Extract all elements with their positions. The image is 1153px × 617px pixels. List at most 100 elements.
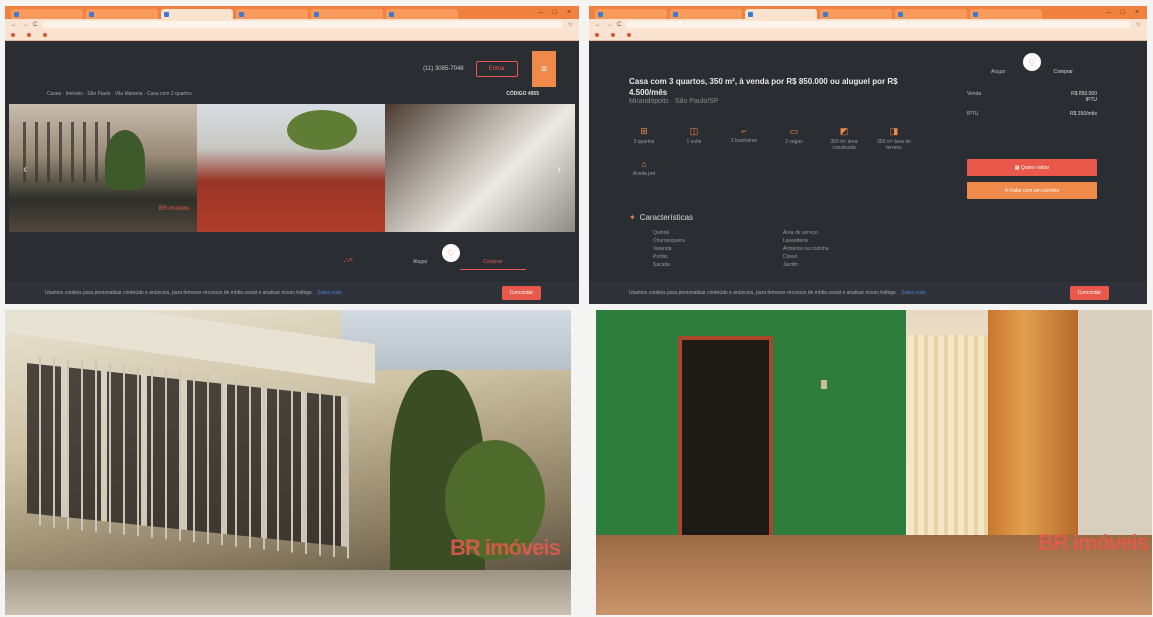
tab-strip: – □ × bbox=[589, 6, 1147, 19]
tab-alugar[interactable]: Alugar bbox=[991, 69, 1005, 75]
feature-item: ◩ 350 m² área construída bbox=[819, 126, 869, 151]
characteristic-item: Portão bbox=[653, 254, 668, 260]
favicon-icon bbox=[973, 11, 978, 17]
price-row: IPTU R$ 350/mês bbox=[967, 111, 1097, 117]
feature-item: ▭ 2 vagas bbox=[769, 126, 819, 151]
browser-tab[interactable] bbox=[11, 9, 83, 19]
carousel-photo[interactable] bbox=[197, 104, 385, 232]
active-tab-underline bbox=[460, 269, 526, 270]
favicon-icon bbox=[14, 11, 19, 17]
tree-detail bbox=[287, 110, 357, 150]
left-browser-window: – □ × ← → C ☆ (11) 3085-7048 Entrar ≡ Casa… bbox=[5, 6, 579, 304]
property-location[interactable]: Mirandópolis · São Paulo/SP bbox=[629, 98, 719, 105]
minimize-icon[interactable]: – bbox=[1107, 9, 1111, 16]
menu-icon[interactable]: ≡ bbox=[532, 51, 556, 87]
carousel-photo[interactable]: BR imóveis bbox=[9, 104, 197, 232]
browser-tab[interactable] bbox=[670, 9, 742, 19]
browser-tab[interactable] bbox=[386, 9, 458, 19]
favicon-icon bbox=[164, 11, 169, 17]
interior-photo: BR imóveis bbox=[596, 310, 1152, 615]
favicon-icon bbox=[748, 11, 753, 17]
close-icon[interactable]: × bbox=[1135, 9, 1139, 16]
minimize-icon[interactable]: – bbox=[539, 9, 543, 16]
close-icon[interactable]: × bbox=[567, 9, 571, 16]
carousel-prev-icon[interactable]: ‹ bbox=[23, 162, 27, 176]
bed-icon: ⊞ bbox=[640, 126, 648, 136]
forward-icon[interactable]: → bbox=[22, 22, 28, 28]
bath-icon: ⌐ bbox=[741, 126, 747, 136]
favorite-heart-icon[interactable]: ♡ bbox=[442, 244, 460, 262]
browser-tab[interactable] bbox=[236, 9, 308, 19]
carousel-photo[interactable] bbox=[385, 104, 575, 232]
photo-carousel[interactable]: BR imóveis ‹ › bbox=[9, 104, 575, 232]
bookmark-item[interactable] bbox=[595, 32, 601, 38]
tab-comprar[interactable]: Comprar bbox=[1054, 69, 1073, 75]
cookie-accept-button[interactable]: Concordar bbox=[1069, 286, 1109, 300]
browser-tab[interactable] bbox=[820, 9, 892, 19]
bookmark-item[interactable] bbox=[611, 32, 617, 38]
phone-number: (11) 3085-7048 bbox=[423, 66, 464, 72]
maximize-icon[interactable]: □ bbox=[553, 9, 557, 16]
maximize-icon[interactable]: □ bbox=[1121, 9, 1125, 16]
breadcrumb-path[interactable]: Casas · Imóveis · São Paulo · Vila Maria… bbox=[47, 91, 496, 97]
cookie-text: Usamos cookies para personalizar conteúd… bbox=[629, 290, 898, 296]
bookmark-item[interactable] bbox=[627, 32, 633, 38]
login-button[interactable]: Entrar bbox=[475, 61, 518, 77]
area-icon: ◩ bbox=[839, 126, 849, 136]
contact-agent-button[interactable]: ✉ Falar com um corretor bbox=[967, 182, 1097, 199]
favicon-icon bbox=[898, 11, 903, 17]
window-bars-detail bbox=[23, 122, 113, 182]
bookmark-item[interactable] bbox=[11, 32, 17, 38]
feature-item: ◨ 350 m² área do terreno bbox=[869, 126, 919, 151]
characteristic-item: Área de serviço bbox=[783, 230, 818, 236]
bookmark-star-icon[interactable]: ☆ bbox=[568, 21, 573, 28]
browser-tab[interactable] bbox=[86, 9, 158, 19]
bookmark-star-icon[interactable]: ☆ bbox=[1136, 21, 1141, 28]
browser-tab-active[interactable] bbox=[161, 9, 233, 19]
browser-tab[interactable] bbox=[970, 9, 1042, 19]
reload-icon[interactable]: C bbox=[617, 22, 621, 28]
browser-tab-active[interactable] bbox=[745, 9, 817, 19]
favicon-icon bbox=[673, 11, 678, 17]
share-icon[interactable]: ⛬< bbox=[344, 257, 353, 265]
characteristic-item: Quintal bbox=[653, 230, 669, 236]
forward-icon[interactable]: → bbox=[606, 22, 612, 28]
carousel-next-icon[interactable]: › bbox=[557, 162, 561, 176]
cookie-link[interactable]: Saiba mais bbox=[901, 290, 926, 296]
cookie-link[interactable]: Saiba mais bbox=[317, 290, 342, 296]
cookie-accept-button[interactable]: Concordar bbox=[501, 286, 541, 300]
bookmark-item[interactable] bbox=[43, 32, 49, 38]
price-label: Venda bbox=[967, 91, 982, 97]
browser-tab[interactable] bbox=[895, 9, 967, 19]
feature-item: ⌐ 2 banheiros bbox=[719, 126, 769, 151]
bookmark-item[interactable] bbox=[27, 32, 33, 38]
browser-tab[interactable] bbox=[311, 9, 383, 19]
bookmarks-bar bbox=[5, 30, 579, 41]
property-title: Casa com 3 quartos, 350 m², à venda por … bbox=[629, 77, 898, 97]
car-icon: ▭ bbox=[789, 126, 799, 136]
back-icon[interactable]: ← bbox=[11, 22, 17, 28]
url-field[interactable] bbox=[42, 21, 563, 28]
favicon-icon bbox=[598, 11, 603, 17]
characteristic-item: Sacada bbox=[653, 262, 670, 268]
brand-watermark: BR imóveis bbox=[450, 535, 561, 560]
back-icon[interactable]: ← bbox=[595, 22, 601, 28]
photo-watermark: BR imóveis bbox=[159, 206, 190, 212]
window-grille-detail bbox=[27, 354, 357, 560]
right-browser-window: – □ × ← → C ☆ Casa com 3 quartos, 350 m², … bbox=[589, 6, 1147, 304]
reload-icon[interactable]: C bbox=[33, 22, 37, 28]
characteristics-list: Quintal Área de serviço Churrasqueira La… bbox=[653, 230, 913, 268]
cookie-text: Usamos cookies para personalizar conteúd… bbox=[45, 290, 314, 296]
bookmarks-bar bbox=[589, 30, 1147, 41]
favorite-heart-icon[interactable]: ♡ bbox=[1023, 53, 1041, 71]
tab-alugar[interactable]: Alugar bbox=[413, 259, 427, 265]
plant-detail bbox=[105, 130, 145, 190]
section-title: ✦ Características bbox=[629, 213, 694, 222]
characteristic-item: Armários na cozinha bbox=[783, 246, 829, 252]
characteristic-item: Lavanderia bbox=[783, 238, 808, 244]
schedule-visit-button[interactable]: ▦ Quero visitar bbox=[967, 159, 1097, 176]
url-field[interactable] bbox=[626, 21, 1131, 28]
browser-tab[interactable] bbox=[595, 9, 667, 19]
characteristic-item: Churrasqueira bbox=[653, 238, 685, 244]
tab-comprar[interactable]: Comprar bbox=[483, 259, 502, 265]
